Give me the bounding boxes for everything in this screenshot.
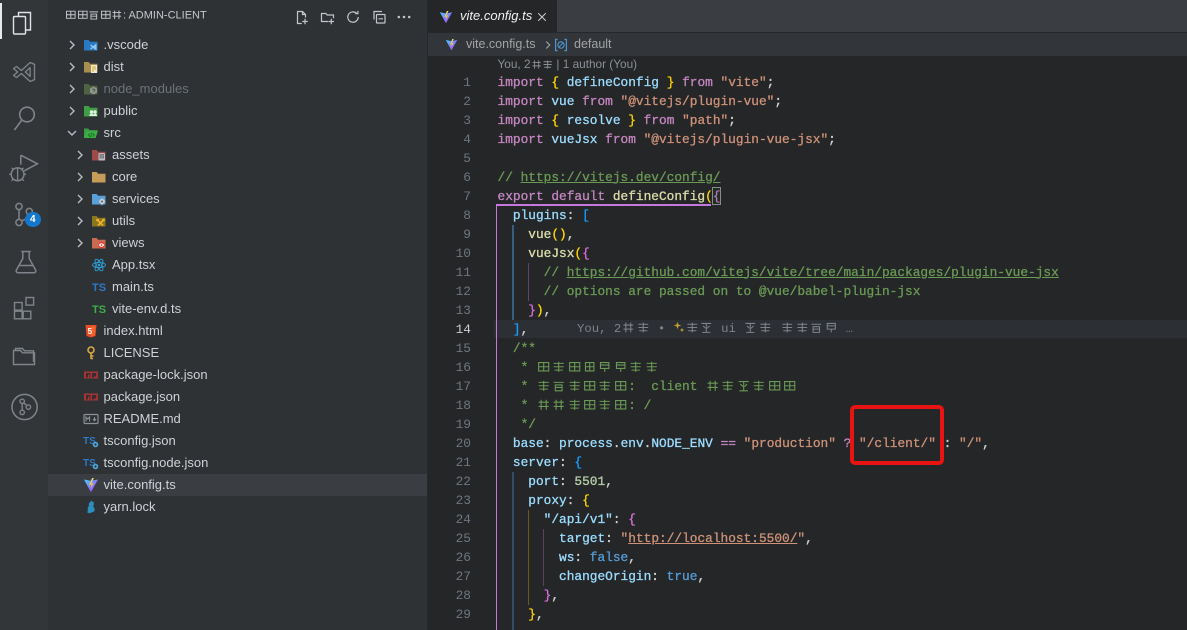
svg-text:TS: TS (92, 282, 106, 294)
svg-text:TS: TS (92, 304, 106, 316)
svg-text:5: 5 (87, 327, 92, 336)
